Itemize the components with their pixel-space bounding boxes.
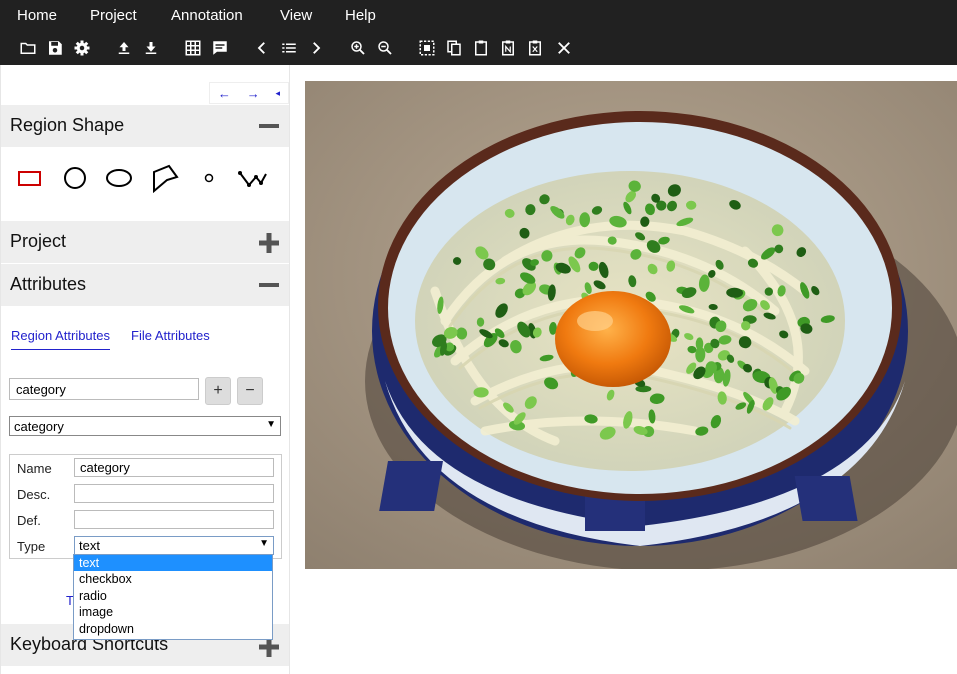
new-attribute-input[interactable] [9,378,199,400]
attribute-name-field[interactable] [74,458,274,477]
upload-icon[interactable] [113,37,135,59]
left-panel: ← → ◂ Region Shape Project Attributes Re… [0,65,290,674]
ellipse-shape-icon[interactable] [102,161,136,195]
polyline-shape-icon[interactable] [235,161,269,195]
default-label: Def. [17,513,41,528]
tab-region-attributes[interactable]: Region Attributes [11,328,111,350]
menu-view[interactable]: View [280,7,312,24]
attribute-properties: Name Desc. Def. Type text ▼ [9,454,282,559]
menu-home[interactable]: Home [17,7,57,24]
panel-prev-button[interactable]: ← [218,86,231,101]
udon-bowl-photo [305,81,957,569]
attributes-header[interactable]: Attributes [1,264,289,306]
attribute-type-value: text [79,538,100,553]
prev-icon[interactable] [251,37,273,59]
collapse-icon[interactable] [258,115,280,137]
remove-attribute-button[interactable]: − [237,377,263,405]
region-shape-header[interactable]: Region Shape [1,105,289,147]
folder-open-icon[interactable] [17,37,39,59]
list-icon[interactable] [278,37,300,59]
save-icon[interactable] [44,37,66,59]
polygon-shape-icon[interactable] [147,161,181,195]
project-title: Project [10,231,67,251]
description-label: Desc. [17,487,51,502]
chevron-down-icon: ▼ [266,419,276,430]
type-option-checkbox[interactable]: checkbox [74,571,272,587]
copy-icon[interactable] [443,37,465,59]
project-header[interactable]: Project [1,221,289,263]
type-dropdown-list: text checkbox radio image dropdown [73,554,273,640]
delete-icon[interactable] [553,37,575,59]
zoom-in-icon[interactable] [347,37,369,59]
menu-project[interactable]: Project [90,7,137,24]
chevron-down-icon: ▼ [259,538,269,549]
attribute-select[interactable]: category ▼ [9,416,281,436]
rectangle-shape-icon[interactable] [13,161,47,195]
paste-x-icon[interactable] [524,37,546,59]
select-all-icon[interactable] [416,37,438,59]
type-option-dropdown[interactable]: dropdown [74,621,272,637]
type-label: Type [17,539,46,554]
expand-icon[interactable] [258,232,280,254]
next-icon[interactable] [305,37,327,59]
paste-icon[interactable] [470,37,492,59]
name-label: Name [17,461,52,476]
menu-bar: Home Project Annotation View Help [0,0,957,32]
zoom-out-icon[interactable] [374,37,396,59]
panel-collapse-button[interactable]: ◂ [276,88,281,99]
attribute-description-field[interactable] [74,484,274,503]
panel-nav: ← → ◂ [209,82,289,104]
download-icon[interactable] [140,37,162,59]
annotation-image[interactable] [305,81,957,569]
add-attribute-button[interactable]: + [205,377,231,405]
tab-file-attributes[interactable]: File Attributes [131,328,210,349]
type-option-text[interactable]: text [74,555,272,572]
toolbar [0,32,957,65]
type-option-image[interactable]: image [74,604,272,620]
menu-annotation[interactable]: Annotation [171,7,243,24]
collapse-icon[interactable] [258,274,280,296]
circle-shape-icon[interactable] [58,161,92,195]
attribute-select-value: category [14,419,64,434]
grid-view-icon[interactable] [182,37,204,59]
type-option-radio[interactable]: radio [74,588,272,604]
attribute-default-field[interactable] [74,510,274,529]
region-shape-title: Region Shape [10,115,125,135]
attribute-type-select[interactable]: text ▼ [74,536,274,555]
attributes-title: Attributes [10,274,87,294]
paste-n-icon[interactable] [497,37,519,59]
menu-help[interactable]: Help [345,7,376,24]
settings-icon[interactable] [71,37,93,59]
point-shape-icon[interactable] [192,161,226,195]
panel-next-button[interactable]: → [247,86,260,101]
comment-icon[interactable] [209,37,231,59]
